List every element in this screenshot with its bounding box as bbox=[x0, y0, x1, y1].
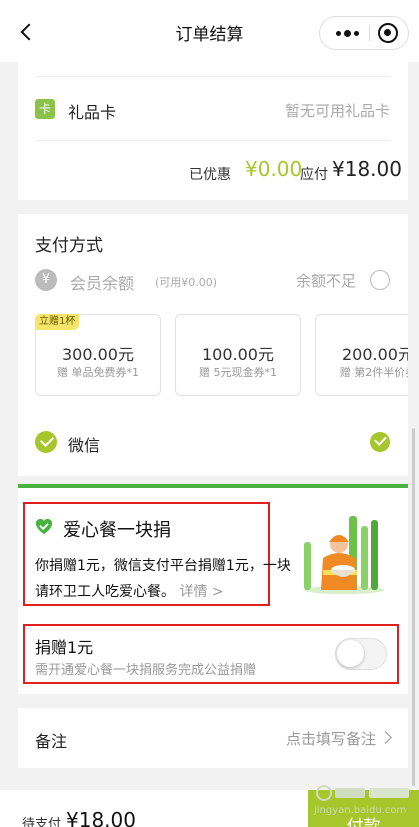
recharge-bonus: 赠 单品免费券*1 bbox=[57, 366, 139, 379]
recharge-bonus: 赠 5元现金券*1 bbox=[199, 366, 277, 379]
donation-toggle-subtitle: 需开通爱心餐一块捐服务完成公益捐赠 bbox=[35, 663, 257, 678]
order-summary-card: 卡 礼品卡 暂无可用礼品卡 已优惠 ¥0.00 应付 ¥18.00 bbox=[18, 62, 408, 200]
member-balance-label: 会员余额 bbox=[70, 274, 135, 293]
discount-label: 已优惠 bbox=[189, 167, 231, 183]
scrollbar[interactable] bbox=[412, 428, 415, 786]
recharge-badge: 立赠1杯 bbox=[35, 314, 80, 330]
wechat-selected-check-icon[interactable] bbox=[370, 432, 390, 452]
sanitation-worker-illustration bbox=[304, 516, 384, 594]
recharge-amount: 300.00元 bbox=[62, 345, 134, 364]
recharge-amount: 200.00元 bbox=[342, 345, 408, 364]
wechat-pay-label[interactable]: 微信 bbox=[68, 432, 100, 456]
more-dots-icon[interactable] bbox=[330, 17, 364, 49]
yen-icon: ¥ bbox=[35, 269, 57, 291]
payment-method-card: 支付方式 ¥ 会员余额 (可用¥0.00) 余额不足 立赠1杯 300.00元 … bbox=[18, 214, 408, 476]
pending-payment-label: 待支付 bbox=[22, 817, 62, 827]
heart-check-icon bbox=[35, 518, 53, 535]
capsule-divider bbox=[369, 25, 370, 41]
note-label: 备注 bbox=[35, 732, 68, 751]
discount-value: ¥0.00 bbox=[245, 157, 303, 181]
payment-method-title: 支付方式 bbox=[35, 236, 103, 256]
donation-title: 爱心餐一块捐 bbox=[63, 520, 171, 541]
recharge-bonus: 赠 第2件半价券 bbox=[339, 366, 408, 379]
navigation-bar: 订单结算 bbox=[0, 0, 419, 62]
donation-details-link[interactable]: 详情 > bbox=[179, 584, 223, 600]
recharge-option[interactable]: 立赠1杯 300.00元 赠 单品免费券*1 bbox=[35, 314, 161, 396]
amount-due-label: 应付 bbox=[300, 167, 328, 183]
recharge-option[interactable]: 200.00元 赠 第2件半价券 bbox=[315, 314, 408, 396]
member-balance-available: (可用¥0.00) bbox=[155, 276, 218, 289]
baidu-jingyan-watermark-icon bbox=[316, 785, 409, 801]
divider bbox=[36, 140, 390, 141]
donation-toggle-switch[interactable] bbox=[335, 638, 387, 670]
donation-card: 爱心餐一块捐 你捐赠1元，微信支付平台捐赠1元，一块请环卫工人吃爱心餐。 详情 … bbox=[18, 484, 408, 694]
divider bbox=[36, 76, 390, 77]
chevron-right-icon bbox=[379, 731, 392, 744]
miniprogram-capsule bbox=[319, 16, 409, 50]
gift-card-value: 暂无可用礼品卡 bbox=[284, 102, 390, 120]
wechat-pay-icon bbox=[35, 431, 57, 453]
recharge-amount: 100.00元 bbox=[202, 345, 274, 364]
close-target-icon[interactable] bbox=[378, 23, 398, 43]
watermark-text: jingyan.baidu.com bbox=[314, 805, 407, 816]
donation-toggle-title: 捐赠1元 bbox=[35, 638, 94, 657]
donation-description: 你捐赠1元，微信支付平台捐赠1元，一块请环卫工人吃爱心餐。 详情 > bbox=[35, 553, 297, 605]
balance-status: 余额不足 bbox=[296, 272, 357, 290]
amount-due-value: ¥18.00 bbox=[332, 157, 402, 181]
note-row[interactable]: 备注 点击填写备注 bbox=[18, 708, 408, 768]
toggle-knob bbox=[337, 640, 364, 667]
gift-card-icon: 卡 bbox=[35, 99, 55, 119]
pending-payment-amount: ¥18.00 bbox=[66, 808, 136, 827]
gift-card-label[interactable]: 礼品卡 bbox=[68, 99, 116, 123]
note-input-prompt[interactable]: 点击填写备注 bbox=[286, 728, 376, 749]
donation-info-highlight: 爱心餐一块捐 你捐赠1元，微信支付平台捐赠1元，一块请环卫工人吃爱心餐。 详情 … bbox=[23, 502, 291, 606]
donation-toggle-highlight: 捐赠1元 需开通爱心餐一块捐服务完成公益捐赠 bbox=[23, 624, 399, 684]
donation-text: 你捐赠1元，微信支付平台捐赠1元，一块请环卫工人吃爱心餐。 bbox=[35, 558, 291, 600]
balance-radio[interactable] bbox=[370, 270, 390, 290]
recharge-options[interactable]: 立赠1杯 300.00元 赠 单品免费券*1 100.00元 赠 5元现金券*1… bbox=[35, 314, 408, 396]
recharge-option[interactable]: 100.00元 赠 5元现金券*1 bbox=[175, 314, 301, 396]
